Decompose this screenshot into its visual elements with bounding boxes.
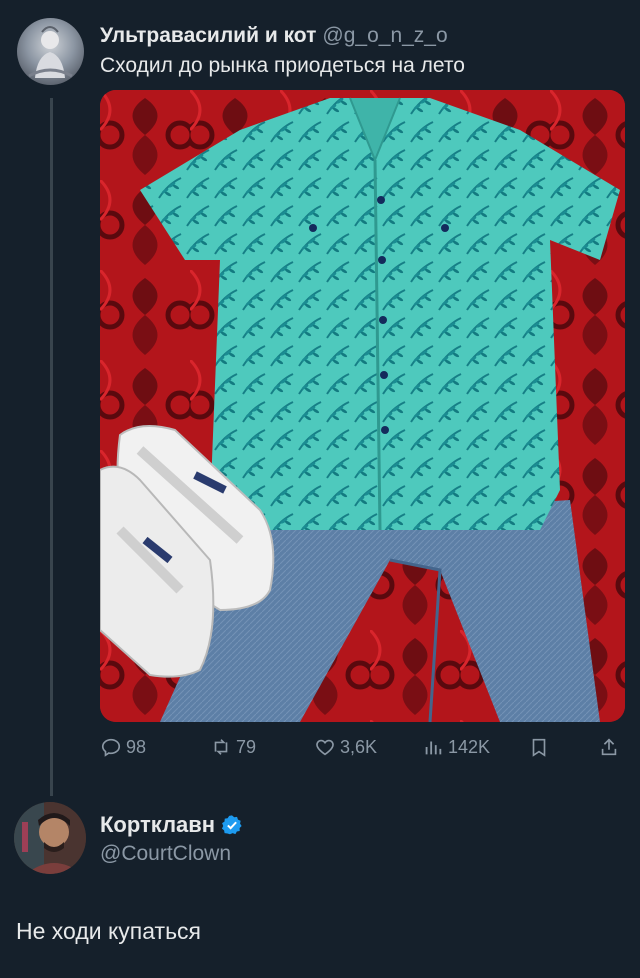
reply-button[interactable]: 98 — [100, 736, 146, 758]
view-count: 142K — [448, 736, 491, 757]
bookmark-icon — [532, 738, 546, 757]
reply-author-name[interactable]: Кортклавн — [100, 812, 215, 838]
retweet-icon — [214, 739, 228, 755]
avatar[interactable] — [17, 18, 84, 85]
reply-text: Не ходи купаться — [16, 918, 202, 944]
like-count: 3,6K — [340, 736, 378, 757]
reply-author-name-row: Кортклавн — [100, 812, 243, 838]
tweet-text: Сходил до рынка приодеться на лето — [100, 54, 465, 77]
tweet-header: Ультравасилий и кот @g_o_n_z_o — [100, 24, 448, 48]
tweet-photo[interactable] — [100, 90, 625, 722]
share-button[interactable] — [598, 736, 624, 758]
bar-chart-icon — [425, 741, 442, 755]
verified-badge-icon — [222, 815, 242, 835]
like-button[interactable]: 3,6K — [314, 736, 377, 758]
bookmark-button[interactable] — [528, 736, 554, 758]
avatar[interactable] — [14, 802, 86, 874]
reply-icon — [101, 738, 121, 757]
retweet-count: 79 — [236, 736, 257, 757]
reply-author-handle[interactable]: @CourtClown — [100, 842, 231, 866]
tweet-actions: 98 79 3,6K 142K — [100, 736, 625, 766]
retweet-button[interactable]: 79 — [210, 736, 256, 758]
author-handle[interactable]: @g_o_n_z_o — [322, 24, 447, 47]
author-name[interactable]: Ультравасилий и кот — [100, 24, 316, 47]
views-button[interactable]: 142K — [422, 736, 490, 758]
thread-connector-line — [50, 98, 53, 796]
heart-icon — [316, 739, 334, 756]
share-icon — [601, 738, 617, 756]
reply-count: 98 — [126, 736, 147, 757]
